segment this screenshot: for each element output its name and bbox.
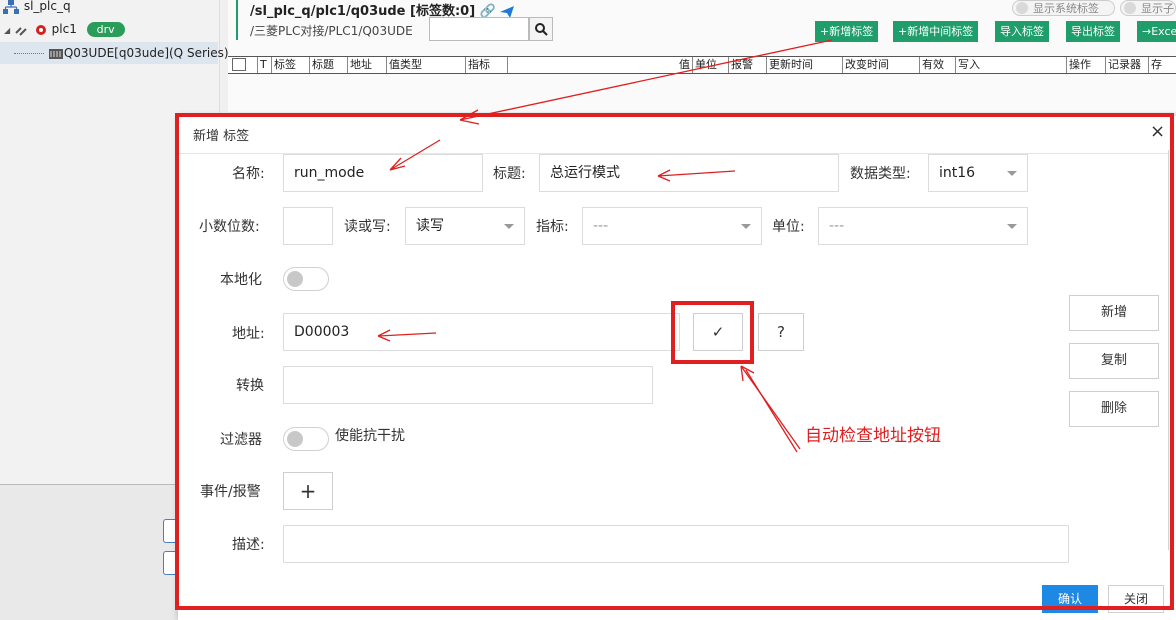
decimals-input[interactable] <box>283 207 333 245</box>
tree-root[interactable]: sl_plc_q <box>2 0 71 17</box>
name-label: 名称: <box>232 166 265 182</box>
col-header-value-type[interactable]: 值类型 <box>386 57 422 73</box>
title-input[interactable]: 总运行模式 <box>539 154 839 192</box>
close-button[interactable]: 关闭 <box>1108 585 1164 613</box>
rw-select[interactable]: 读写 <box>405 207 525 245</box>
datatype-value: int16 <box>939 165 976 181</box>
send-icon[interactable] <box>500 5 515 18</box>
add-button[interactable]: 新增 <box>1069 295 1159 331</box>
search-icon <box>534 22 548 36</box>
export-excel-button[interactable]: →Exce <box>1137 21 1176 42</box>
tree-plc-label: plc1 <box>51 22 77 36</box>
dialog-scrollbar[interactable] <box>1168 150 1176 550</box>
add-tag-button[interactable]: +新增标签 <box>815 21 879 42</box>
col-header-alarm[interactable]: 报警 <box>728 57 753 73</box>
show-system-tags-toggle[interactable]: 显示系统标签 <box>1012 0 1115 16</box>
mini-button[interactable] <box>163 519 177 543</box>
col-header-recorder[interactable]: 记录器 <box>1105 57 1141 73</box>
col-header-t[interactable]: T <box>257 57 267 73</box>
col-header-write[interactable]: 写入 <box>955 57 980 73</box>
expand-icon[interactable]: ◢ <box>4 26 10 35</box>
rw-label: 读或写: <box>344 219 391 235</box>
tree-root-label: sl_plc_q <box>23 0 71 13</box>
select-all-checkbox[interactable] <box>232 58 246 71</box>
tree-plc[interactable]: ◢ plc1 drv <box>4 18 125 40</box>
import-tag-button[interactable]: 导入标签 <box>995 21 1049 42</box>
rw-value: 读写 <box>416 218 444 234</box>
filter-switch[interactable] <box>283 427 329 451</box>
dialog-title: 新增 标签 <box>193 129 250 144</box>
show-sub-label: 显示子 <box>1141 2 1174 15</box>
address-input[interactable]: D00003 <box>283 313 680 351</box>
gear-icon <box>35 24 46 35</box>
add-event-button[interactable]: + <box>283 472 333 510</box>
annotation-text: 自动检查地址按钮 <box>805 426 941 446</box>
confirm-button[interactable]: 确认 <box>1042 585 1098 613</box>
close-icon[interactable]: × <box>1150 122 1165 142</box>
title-label: 标题: <box>493 166 526 182</box>
search-input[interactable] <box>429 17 529 41</box>
table-header: T 标签 标题 地址 值类型 指标 值 单位 报警 更新时间 改变时间 有效 写… <box>228 56 1176 74</box>
indicator-value: --- <box>593 218 609 234</box>
description-label: 描述: <box>232 537 265 553</box>
accent-bar <box>236 0 238 40</box>
tree-device[interactable]: Q03UDE[q03ude](Q Series) <box>0 42 229 64</box>
unit-select[interactable]: --- <box>818 207 1028 245</box>
network-icon <box>3 0 19 14</box>
export-tag-button[interactable]: 导出标签 <box>1066 21 1120 42</box>
unit-value: --- <box>829 218 845 234</box>
copy-button[interactable]: 复制 <box>1069 343 1159 379</box>
col-header-address[interactable]: 地址 <box>347 57 372 73</box>
question-icon: ? <box>777 323 785 341</box>
datatype-select[interactable]: int16 <box>928 154 1028 192</box>
filter-label: 过滤器 <box>220 432 262 448</box>
chevron-down-icon <box>504 224 514 229</box>
address-help-button[interactable]: ? <box>758 313 804 351</box>
indicator-select[interactable]: --- <box>582 207 762 245</box>
col-header-valid[interactable]: 有效 <box>919 57 944 73</box>
col-header-title[interactable]: 标题 <box>309 57 334 73</box>
chevron-down-icon <box>1007 224 1017 229</box>
col-header-operation[interactable]: 操作 <box>1066 57 1091 73</box>
drv-badge: drv <box>86 22 125 37</box>
address-label: 地址: <box>232 326 265 342</box>
delete-button[interactable]: 删除 <box>1069 391 1159 427</box>
check-address-highlight <box>671 301 754 364</box>
col-header-store[interactable]: 存 <box>1148 57 1162 73</box>
event-alarm-label: 事件/报警 <box>200 484 261 500</box>
plc-module-icon <box>48 48 63 59</box>
decimals-label: 小数位数: <box>199 219 260 235</box>
dialog-header <box>178 116 1176 154</box>
col-header-unit[interactable]: 单位 <box>692 57 717 73</box>
link-icon <box>15 26 27 36</box>
plus-icon: + <box>299 479 317 503</box>
col-header-value[interactable]: 值 <box>507 57 692 73</box>
description-input[interactable] <box>283 525 1069 563</box>
localize-label: 本地化 <box>220 272 262 288</box>
tree-device-label: Q03UDE[q03ude](Q Series) <box>63 46 229 60</box>
col-header-change-time[interactable]: 改变时间 <box>842 57 889 73</box>
datatype-label: 数据类型: <box>850 166 911 182</box>
show-system-tags-label: 显示系统标签 <box>1033 2 1099 15</box>
chevron-down-icon <box>1007 171 1017 176</box>
indicator-label: 指标: <box>536 219 569 235</box>
name-input[interactable]: run_mode <box>283 154 483 192</box>
show-sub-toggle[interactable]: 显示子 <box>1120 0 1176 16</box>
chevron-down-icon <box>741 224 751 229</box>
mini-button[interactable] <box>163 551 177 575</box>
transform-input[interactable] <box>283 366 653 404</box>
transform-label: 转换 <box>236 378 264 394</box>
col-header-indicator[interactable]: 指标 <box>465 57 490 73</box>
add-mid-tag-button[interactable]: +新增中间标签 <box>893 21 979 42</box>
col-header-update-time[interactable]: 更新时间 <box>766 57 813 73</box>
localize-switch[interactable] <box>283 267 329 291</box>
search-button[interactable] <box>529 17 553 41</box>
anti-interference-label: 使能抗干扰 <box>335 428 405 444</box>
col-header-tag[interactable]: 标签 <box>271 57 296 73</box>
unit-label: 单位: <box>772 219 805 235</box>
breadcrumb: /三菱PLC对接/PLC1/Q03UDE <box>250 24 413 38</box>
